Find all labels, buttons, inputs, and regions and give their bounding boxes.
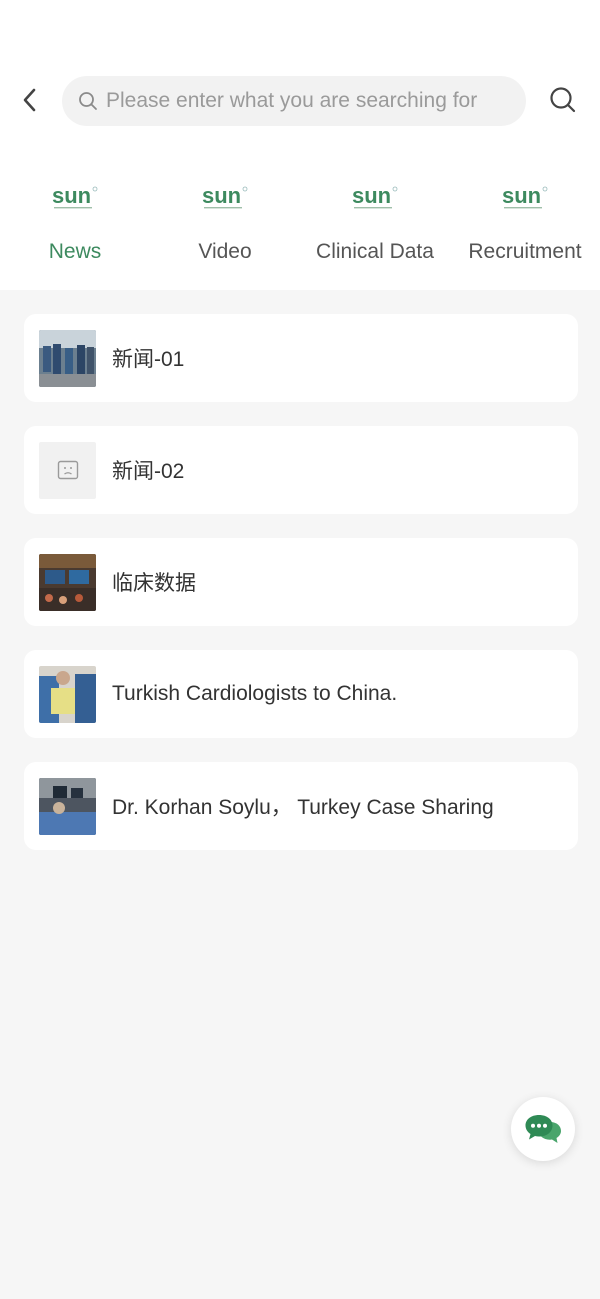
- search-input[interactable]: [106, 89, 516, 113]
- list-item[interactable]: 临床数据: [24, 538, 578, 626]
- svg-text:sun: sun: [52, 183, 91, 208]
- list-item[interactable]: 新闻-02: [24, 426, 578, 514]
- brand-logo: sun: [200, 180, 250, 214]
- chat-icon: [525, 1115, 561, 1143]
- tab-label: Clinical Data: [316, 240, 434, 263]
- chevron-left-icon: [23, 88, 36, 112]
- tab-video[interactable]: sun Video: [150, 170, 300, 280]
- article-title: 新闻-02: [112, 460, 185, 483]
- search-button[interactable]: [545, 82, 581, 118]
- article-list: 新闻-01 新闻-02 临床数据 Turkish Cardiologists t…: [24, 314, 578, 874]
- article-title: 新闻-01: [112, 348, 185, 371]
- tab-label: Video: [198, 240, 252, 263]
- article-thumbnail: [39, 441, 96, 499]
- image-placeholder-icon: [57, 460, 78, 480]
- svg-text:sun: sun: [502, 183, 541, 208]
- search-icon: [79, 92, 97, 110]
- article-thumbnail: [39, 777, 96, 835]
- tab-clinical-data[interactable]: sun Clinical Data: [300, 170, 450, 280]
- list-item[interactable]: Dr. Korhan Soylu， Turkey Case Sharing: [24, 762, 578, 850]
- header-panel: sun News sun Video sun: [0, 0, 600, 290]
- tab-label: Recruitment: [468, 240, 582, 263]
- brand-logo: sun: [50, 180, 100, 214]
- article-title: 临床数据: [112, 572, 196, 595]
- brand-logo: sun: [350, 180, 400, 214]
- article-thumbnail: [39, 665, 96, 723]
- svg-text:sun: sun: [352, 183, 391, 208]
- article-thumbnail: [39, 329, 96, 387]
- brand-logo: sun: [500, 180, 550, 214]
- svg-text:sun: sun: [202, 183, 241, 208]
- category-tabs: sun News sun Video sun Clinical Data sun…: [0, 170, 600, 280]
- list-item[interactable]: Turkish Cardiologists to China.: [24, 650, 578, 738]
- search-icon: [550, 87, 576, 113]
- article-title: Dr. Korhan Soylu， Turkey Case Sharing: [112, 796, 494, 819]
- article-title: Turkish Cardiologists to China.: [112, 682, 398, 705]
- back-button[interactable]: [12, 82, 48, 118]
- tab-recruitment[interactable]: sun Recruitment: [450, 170, 600, 280]
- chat-button[interactable]: [511, 1097, 575, 1161]
- list-item[interactable]: 新闻-01: [24, 314, 578, 402]
- article-thumbnail: [39, 553, 96, 611]
- tab-news[interactable]: sun News: [0, 170, 150, 280]
- search-bar[interactable]: [62, 76, 526, 126]
- tab-label: News: [48, 240, 102, 263]
